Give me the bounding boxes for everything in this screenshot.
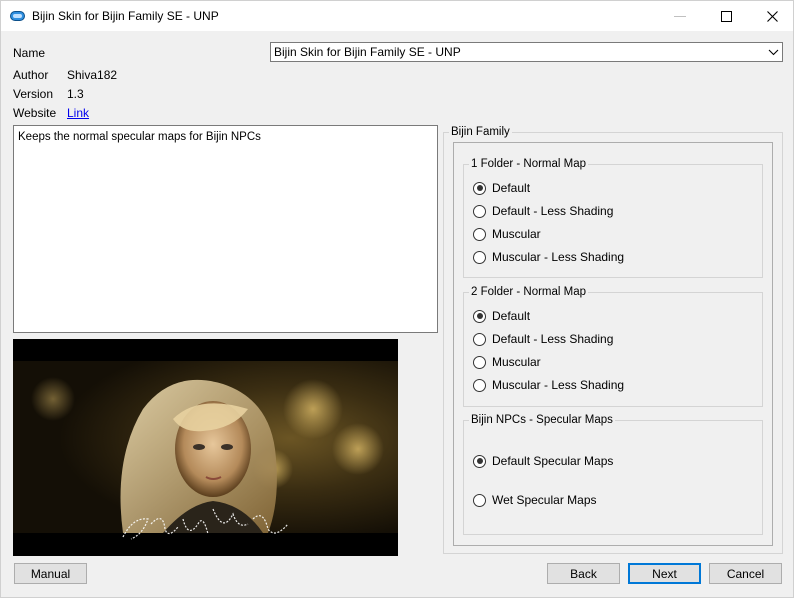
preview-image [13,339,398,556]
folder1-title: 1 Folder - Normal Map [471,158,587,170]
radio-label: Muscular - Less Shading [492,378,625,392]
app-icon [10,11,25,21]
radio-label: Wet Specular Maps [492,493,597,507]
radio-default-specular-maps[interactable]: Default Specular Maps [473,454,613,468]
preview-artwork [13,339,398,556]
description-box[interactable]: Keeps the normal specular maps for Bijin… [13,125,438,333]
radio-folder2-muscular-less-shading[interactable]: Muscular - Less Shading [473,378,624,392]
author-label: Author [13,68,49,82]
installer-body: Name Bijin Skin for Bijin Family SE - UN… [0,31,794,598]
name-label: Name [13,46,46,60]
back-button[interactable]: Back [547,563,620,584]
radio-icon [473,204,486,218]
radio-label: Muscular - Less Shading [492,250,625,264]
radio-label: Muscular [492,355,541,369]
radio-folder2-default[interactable]: Default [473,309,530,323]
radio-icon [473,493,486,507]
maximize-icon [720,11,732,22]
radio-icon [473,355,486,369]
radio-icon [473,332,486,346]
radio-label: Default Specular Maps [492,454,614,468]
description-text: Keeps the normal specular maps for Bijin… [18,131,261,143]
title-bar: Bijin Skin for Bijin Family SE - UNP [0,0,794,31]
name-dropdown-value: Bijin Skin for Bijin Family SE - UNP [274,45,461,59]
radio-folder2-default-less-shading[interactable]: Default - Less Shading [473,332,613,346]
window-title: Bijin Skin for Bijin Family SE - UNP [32,9,219,23]
options-group-title: Bijin Family [451,126,510,138]
radio-icon [473,250,486,264]
website-link[interactable]: Link [67,106,89,120]
radio-icon [473,181,486,195]
radio-icon [473,454,486,468]
radio-folder1-muscular[interactable]: Muscular [473,227,541,241]
radio-folder2-muscular[interactable]: Muscular [473,355,541,369]
radio-label: Muscular [492,227,541,241]
radio-folder1-default[interactable]: Default [473,181,530,195]
radio-icon [473,227,486,241]
close-button[interactable] [749,1,794,32]
name-dropdown[interactable]: Bijin Skin for Bijin Family SE - UNP [270,42,783,62]
chevron-down-icon [768,49,779,56]
radio-icon [473,309,486,323]
maximize-button[interactable] [703,1,749,32]
next-button[interactable]: Next [628,563,701,584]
radio-icon [473,378,486,392]
radio-label: Default [492,181,531,195]
folder2-title: 2 Folder - Normal Map [471,286,587,298]
minimize-icon [674,15,686,17]
website-label: Website [13,106,57,120]
minimize-button[interactable] [657,1,703,32]
radio-folder1-default-less-shading[interactable]: Default - Less Shading [473,204,613,218]
author-value: Shiva182 [67,68,118,82]
version-value: 1.3 [67,87,84,101]
cancel-button[interactable]: Cancel [709,563,782,584]
radio-label: Default - Less Shading [492,204,614,218]
radio-label: Default [492,309,531,323]
manual-button[interactable]: Manual [14,563,87,584]
specular-title: Bijin NPCs - Specular Maps [471,414,613,426]
specular-group: Bijin NPCs - Specular Maps [463,414,763,535]
radio-wet-specular-maps[interactable]: Wet Specular Maps [473,493,597,507]
radio-label: Default - Less Shading [492,332,614,346]
version-label: Version [13,87,54,101]
close-icon [766,11,778,22]
radio-folder1-muscular-less-shading[interactable]: Muscular - Less Shading [473,250,624,264]
